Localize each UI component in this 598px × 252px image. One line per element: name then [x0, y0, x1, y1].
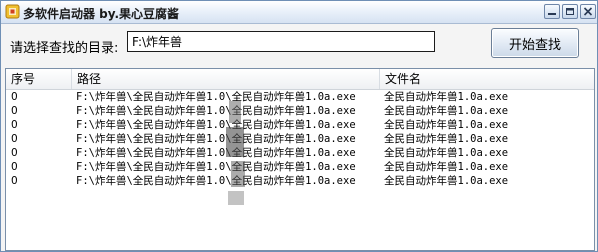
cell-seq: 0: [11, 91, 18, 103]
minimize-icon: [548, 13, 556, 15]
table-row[interactable]: 0 F:\炸年兽\全民自动炸年兽1.0\全民自动炸年兽1.0a.exe 全民自动…: [6, 160, 594, 174]
cell-seq: 0: [11, 161, 18, 173]
cell-filename: 全民自动炸年兽1.0a.exe: [384, 175, 509, 187]
cell-path: F:\炸年兽\全民自动炸年兽1.0\全民自动炸年兽1.0a.exe: [76, 91, 356, 103]
table-row[interactable]: 0 F:\炸年兽\全民自动炸年兽1.0\全民自动炸年兽1.0a.exe 全民自动…: [6, 132, 594, 146]
close-button[interactable]: [580, 4, 596, 19]
results-list[interactable]: 序号 路径 文件名 0 F:\炸年兽\全民自动炸年兽1.0\全民自动炸年兽1.0…: [5, 68, 595, 251]
list-rows: 0 F:\炸年兽\全民自动炸年兽1.0\全民自动炸年兽1.0a.exe 全民自动…: [6, 90, 594, 188]
minimize-button[interactable]: [544, 4, 560, 19]
cell-path: F:\炸年兽\全民自动炸年兽1.0\全民自动炸年兽1.0a.exe: [76, 147, 356, 159]
cell-seq: 0: [11, 119, 18, 131]
cell-path: F:\炸年兽\全民自动炸年兽1.0\全民自动炸年兽1.0a.exe: [76, 161, 356, 173]
window-title: 多软件启动器 by.果心豆腐酱: [23, 7, 180, 21]
close-icon: [583, 7, 593, 16]
cell-path: F:\炸年兽\全民自动炸年兽1.0\全民自动炸年兽1.0a.exe: [76, 133, 356, 145]
cell-seq: 0: [11, 133, 18, 145]
table-row[interactable]: 0 F:\炸年兽\全民自动炸年兽1.0\全民自动炸年兽1.0a.exe 全民自动…: [6, 90, 594, 104]
cell-seq: 0: [11, 147, 18, 159]
table-row[interactable]: 0 F:\炸年兽\全民自动炸年兽1.0\全民自动炸年兽1.0a.exe 全民自动…: [6, 174, 594, 188]
start-search-button[interactable]: 开始查找: [491, 28, 579, 58]
app-icon: [5, 4, 20, 19]
column-header-filename[interactable]: 文件名: [380, 69, 594, 89]
cell-filename: 全民自动炸年兽1.0a.exe: [384, 105, 509, 117]
cell-path: F:\炸年兽\全民自动炸年兽1.0\全民自动炸年兽1.0a.exe: [76, 119, 356, 131]
cell-filename: 全民自动炸年兽1.0a.exe: [384, 133, 509, 145]
cell-filename: 全民自动炸年兽1.0a.exe: [384, 147, 509, 159]
list-header: 序号 路径 文件名: [6, 69, 594, 90]
table-row[interactable]: 0 F:\炸年兽\全民自动炸年兽1.0\全民自动炸年兽1.0a.exe 全民自动…: [6, 104, 594, 118]
title-bar[interactable]: 多软件启动器 by.果心豆腐酱: [1, 1, 597, 24]
directory-label: 请选择查找的目录:: [10, 41, 119, 56]
app-window: 多软件启动器 by.果心豆腐酱 请选择查找的目录: 开始查找 序号 路径 文件名: [0, 0, 598, 252]
cell-path: F:\炸年兽\全民自动炸年兽1.0\全民自动炸年兽1.0a.exe: [76, 175, 356, 187]
cell-filename: 全民自动炸年兽1.0a.exe: [384, 91, 509, 103]
cell-filename: 全民自动炸年兽1.0a.exe: [384, 119, 509, 131]
maximize-icon: [566, 8, 574, 15]
cell-seq: 0: [11, 175, 18, 187]
cell-path: F:\炸年兽\全民自动炸年兽1.0\全民自动炸年兽1.0a.exe: [76, 105, 356, 117]
column-header-seq[interactable]: 序号: [6, 69, 72, 89]
column-header-path[interactable]: 路径: [72, 69, 380, 89]
maximize-button[interactable]: [562, 4, 578, 19]
table-row[interactable]: 0 F:\炸年兽\全民自动炸年兽1.0\全民自动炸年兽1.0a.exe 全民自动…: [6, 118, 594, 132]
directory-input[interactable]: [127, 31, 435, 52]
cell-filename: 全民自动炸年兽1.0a.exe: [384, 161, 509, 173]
cell-seq: 0: [11, 105, 18, 117]
table-row[interactable]: 0 F:\炸年兽\全民自动炸年兽1.0\全民自动炸年兽1.0a.exe 全民自动…: [6, 146, 594, 160]
